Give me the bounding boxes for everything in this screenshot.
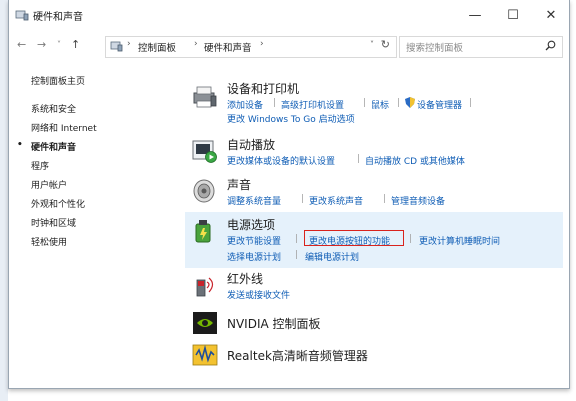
sidebar-item-label: 硬件和声音 (31, 143, 77, 153)
link-change-sleep-time[interactable]: 更改计算机睡眠时间 (419, 234, 500, 247)
power-options-icon (195, 220, 211, 243)
category-title[interactable]: 红外线 (227, 270, 263, 287)
divider: | (273, 98, 277, 108)
printer-icon (193, 86, 217, 108)
current-item-bullet: • (17, 140, 23, 150)
sidebar-item-system-security[interactable]: 系统和安全 (31, 102, 76, 115)
autoplay-icon (192, 140, 217, 163)
category-title[interactable]: Realtek高清晰音频管理器 (227, 347, 368, 364)
refresh-button[interactable]: ↻ (381, 38, 390, 51)
divider: | (301, 194, 305, 204)
annotation-highlight-box (304, 230, 404, 246)
close-button[interactable]: ✕ (533, 6, 569, 26)
sidebar-item-programs[interactable]: 程序 (31, 159, 49, 172)
minimize-button[interactable]: — (457, 6, 493, 26)
category-power-options: 电源选项 更改节能设置 | 更改电源按钮的功能 | 更改计算机睡眠时间 选择电源… (185, 212, 563, 268)
sidebar-item-appearance[interactable]: 外观和个性化 (31, 197, 85, 210)
divider: | (357, 154, 361, 164)
breadcrumb-hardware-sound[interactable]: 硬件和声音 (204, 40, 252, 54)
link-autoplay-cd[interactable]: 自动播放 CD 或其他媒体 (365, 154, 465, 167)
nvidia-icon (193, 312, 217, 334)
speaker-icon (193, 179, 215, 203)
category-infrared: 红外线 发送或接收文件 (185, 270, 563, 306)
link-mouse[interactable]: 鼠标 (371, 98, 389, 111)
recent-locations-button[interactable]: ˅ (57, 40, 61, 49)
sidebar-item-clock-region[interactable]: 时钟和区域 (31, 216, 76, 229)
sidebar-item-network[interactable]: 网络和 Internet (31, 121, 97, 134)
address-dropdown-button[interactable]: ˅ (370, 40, 374, 49)
sidebar-item-ease-of-access[interactable]: 轻松使用 (31, 235, 67, 248)
link-choose-power-plan[interactable]: 选择电源计划 (227, 250, 281, 263)
back-button[interactable]: ← (17, 38, 26, 51)
category-autoplay: 自动播放 更改媒体或设备的默认设置 | 自动播放 CD 或其他媒体 (185, 134, 563, 172)
search-input[interactable]: 搜索控制面板 (399, 36, 563, 58)
title-bar: 硬件和声音 — ☐ ✕ (9, 0, 569, 30)
address-bar[interactable]: › 控制面板 › 硬件和声音 › ˅ ↻ (105, 36, 397, 58)
maximize-button[interactable]: ☐ (495, 6, 531, 26)
address-row: ← → ˅ ↑ › 控制面板 › 硬件和声音 › ˅ ↻ 搜索控制面板 (9, 30, 569, 62)
category-devices-printers: 设备和打印机 添加设备 | 高级打印机设置 | 鼠标 | 设备管理器 | 更改 … (185, 78, 563, 126)
divider: | (469, 98, 473, 108)
forward-button[interactable]: → (37, 38, 46, 51)
sidebar-item-user-accounts[interactable]: 用户帐户 (31, 178, 67, 191)
realtek-audio-icon (192, 344, 218, 366)
divider: | (397, 98, 401, 108)
search-icon[interactable] (545, 40, 556, 51)
link-send-receive-files[interactable]: 发送或接收文件 (227, 288, 290, 301)
link-windows-to-go[interactable]: 更改 Windows To Go 启动选项 (227, 112, 355, 125)
category-title[interactable]: 设备和打印机 (227, 80, 299, 97)
divider: | (295, 234, 299, 244)
window-title: 硬件和声音 (33, 12, 83, 23)
link-advanced-printer-setup[interactable]: 高级打印机设置 (281, 98, 344, 111)
control-panel-icon (110, 41, 123, 52)
category-title[interactable]: 自动播放 (227, 136, 275, 153)
category-title[interactable]: 声音 (227, 176, 251, 193)
shield-icon (405, 97, 415, 108)
divider: | (383, 194, 387, 204)
link-add-device[interactable]: 添加设备 (227, 98, 263, 111)
category-title[interactable]: NVIDIA 控制面板 (227, 315, 321, 332)
category-realtek: Realtek高清晰音频管理器 (185, 342, 563, 370)
sidebar-item-hardware-sound: • 硬件和声音 (17, 140, 77, 153)
divider: | (409, 234, 413, 244)
link-edit-power-plan[interactable]: 编辑电源计划 (305, 250, 359, 263)
category-sound: 声音 调整系统音量 | 更改系统声音 | 管理音频设备 (185, 176, 563, 212)
hardware-sound-icon (15, 10, 29, 21)
divider: | (363, 98, 367, 108)
control-panel-window: 硬件和声音 — ☐ ✕ ← → ˅ ↑ › 控制面板 › 硬件和声音 › ˅ ↻… (8, 0, 570, 389)
breadcrumb-separator[interactable]: › (260, 39, 264, 49)
link-manage-audio-devices[interactable]: 管理音频设备 (391, 194, 445, 207)
breadcrumb-separator[interactable]: › (194, 39, 198, 49)
link-change-system-sounds[interactable]: 更改系统声音 (309, 194, 363, 207)
link-change-default-settings[interactable]: 更改媒体或设备的默认设置 (227, 154, 335, 167)
sidebar-item-control-panel-home[interactable]: 控制面板主页 (31, 74, 85, 87)
link-change-power-saving[interactable]: 更改节能设置 (227, 234, 281, 247)
background-desktop (0, 0, 8, 401)
link-adjust-volume[interactable]: 调整系统音量 (227, 194, 281, 207)
divider: | (295, 250, 299, 260)
infrared-icon (196, 277, 214, 297)
breadcrumb-control-panel[interactable]: 控制面板 (138, 40, 176, 54)
breadcrumb-separator[interactable]: › (127, 39, 131, 49)
link-device-manager[interactable]: 设备管理器 (417, 98, 462, 111)
search-placeholder: 搜索控制面板 (406, 43, 464, 54)
up-button[interactable]: ↑ (71, 38, 80, 51)
category-title[interactable]: 电源选项 (227, 216, 275, 233)
category-nvidia: NVIDIA 控制面板 (185, 310, 563, 338)
